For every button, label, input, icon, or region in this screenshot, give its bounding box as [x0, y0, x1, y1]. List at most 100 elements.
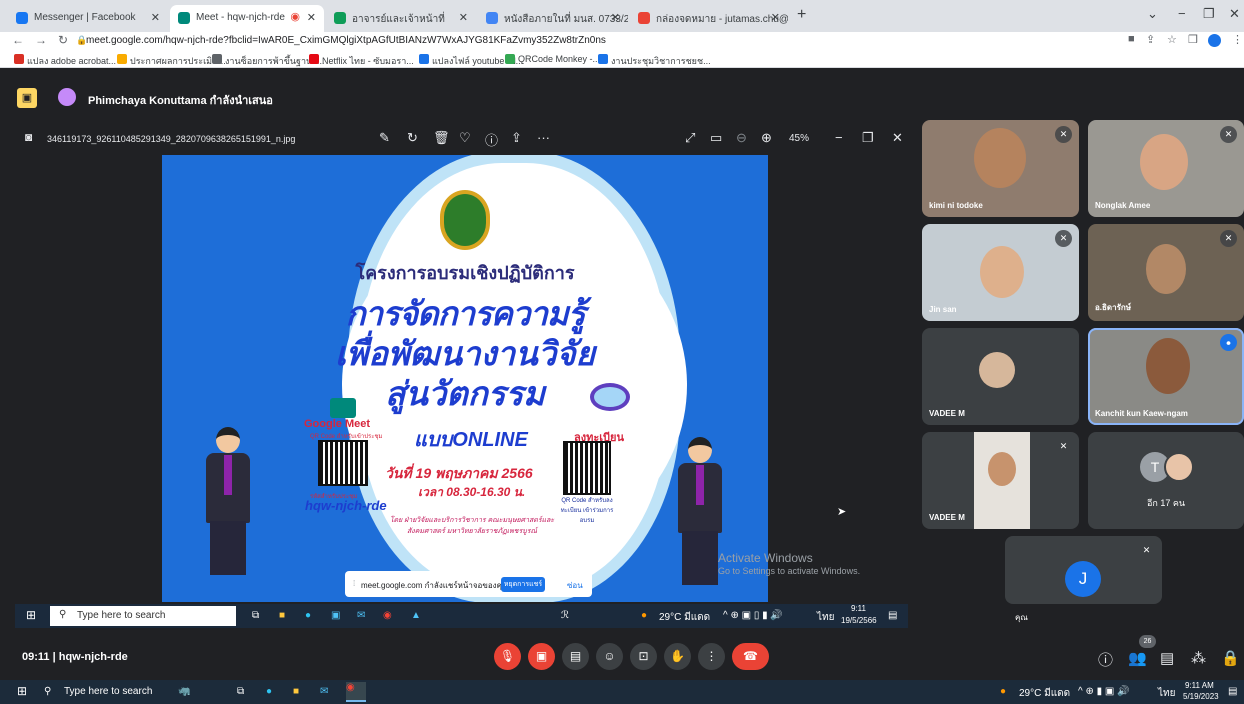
leave-call-button[interactable]: ☎ — [732, 643, 769, 670]
more-options-button[interactable]: ⋮ — [698, 643, 725, 670]
share-icon[interactable]: ⇪ — [1146, 33, 1155, 46]
captions-button[interactable]: ▤ — [562, 643, 589, 670]
share-icon[interactable]: ⇪ — [511, 130, 522, 146]
tray-icons[interactable]: ^ ⊕ ▮ ▣ 🔊 — [1078, 686, 1130, 697]
participant-name: kimi ni todoke — [929, 201, 983, 210]
edit-icon[interactable]: ✎ — [379, 130, 390, 146]
fit-icon[interactable]: ▭ — [710, 130, 722, 146]
folder-icon[interactable]: ■ — [293, 686, 299, 697]
zoom-in-icon[interactable]: ⊕ — [761, 130, 772, 146]
task-view-icon[interactable]: ⧉ — [237, 686, 244, 697]
info-icon[interactable]: ⓘ — [1098, 649, 1113, 670]
taskbar-search[interactable]: Type here to search — [64, 686, 152, 697]
back-icon[interactable]: ← — [12, 33, 24, 47]
raise-hand-button[interactable]: ✋ — [664, 643, 691, 670]
participant-tile-speaking[interactable]: ⦁ Kanchit kun Kaew-ngam — [1088, 328, 1244, 425]
mic-off-icon: ✕ — [1220, 126, 1237, 143]
bookmark[interactable]: Netflix ไทย - ซับมอรา... — [309, 54, 414, 68]
participant-tile[interactable]: ✕ Jin san — [922, 224, 1079, 321]
forward-icon[interactable]: → — [35, 33, 47, 47]
tab-messenger[interactable]: Messenger | Facebook ✕ — [8, 5, 168, 32]
delete-icon[interactable]: 🗑 — [433, 130, 450, 146]
favorite-icon[interactable]: ♡ — [459, 130, 471, 146]
notification-icon: ▤ — [888, 610, 898, 621]
taskbar-weather[interactable]: 29°C มีแดด — [1019, 686, 1070, 701]
close-tab-icon[interactable]: ✕ — [307, 11, 316, 24]
tab-gmail[interactable]: กล่องจดหมาย - jutamas.chu@pcru...✕ — [630, 5, 788, 32]
mic-off-icon: ✕ — [1220, 230, 1237, 247]
participant-tile[interactable]: VADEE M — [922, 328, 1079, 425]
others-tile[interactable]: T อีก 17 คน — [1088, 432, 1244, 529]
more-icon[interactable]: ··· — [537, 130, 550, 145]
taskbar-clock-time[interactable]: 9:11 AM — [1185, 681, 1214, 690]
rotate-icon[interactable]: ↻ — [407, 130, 418, 146]
chat-icon[interactable]: ▤ — [1160, 649, 1174, 667]
minimize-button[interactable]: − — [1178, 6, 1186, 21]
camera-toggle-button[interactable]: ▣ — [528, 643, 555, 670]
restore-icon[interactable]: ❐ — [862, 130, 874, 146]
people-icon[interactable]: 👥 — [1128, 649, 1147, 667]
bookmark[interactable]: งานประชุมวิชาการชยช... — [598, 54, 711, 68]
mail-icon[interactable]: ✉ — [320, 686, 328, 697]
zoom-out-icon[interactable]: ⊖ — [736, 130, 747, 146]
participant-name: VADEE M — [929, 409, 965, 418]
shared-search-box: ⚲ Type here to search — [50, 606, 236, 626]
poster-time: เวลา 08.30-16.30 น. — [418, 485, 526, 499]
new-tab-button[interactable]: + — [797, 6, 806, 24]
participant-tile[interactable]: ✕ VADEE M — [922, 432, 1079, 529]
close-tab-icon[interactable]: ✕ — [459, 11, 468, 24]
participant-tile[interactable]: ✕ อ.ธิดารักษ์ — [1088, 224, 1244, 321]
menu-icon[interactable]: ⋮ — [1232, 33, 1243, 46]
speaking-icon: ⦁ — [1220, 334, 1237, 351]
screen-share-notification: ⁞ meet.google.com กำลังแชร์หน้าจอของคุณ … — [345, 571, 592, 597]
tab-staff[interactable]: อาจารย์และเจ้าหน้าที่ ✕ — [326, 5, 476, 32]
notification-icon[interactable]: ▤ — [1228, 686, 1237, 697]
info-icon[interactable]: ⓘ — [485, 130, 498, 149]
chrome-icon[interactable]: ◉ — [346, 682, 366, 702]
drag-handle-icon[interactable]: ⁞ — [353, 579, 355, 588]
taskbar-lang[interactable]: ไทย — [1158, 686, 1175, 701]
taskbar-clock-date[interactable]: 5/19/2023 — [1183, 692, 1219, 701]
present-button[interactable]: ⊡ — [630, 643, 657, 670]
bookmark[interactable]: ประกาศผลการประเมิน... — [117, 54, 226, 68]
tab-search-icon[interactable]: ⌄ — [1147, 6, 1158, 22]
participant-tile[interactable]: ✕ Nonglak Amee — [1088, 120, 1244, 217]
url-field[interactable]: meet.google.com/hqw-njch-rde?fbclid=IwAR… — [86, 35, 606, 46]
shared-poster-image: โครงการอบรมเชิงปฏิบัติการ การจัดการความร… — [162, 155, 768, 602]
close-window-button[interactable]: ✕ — [1229, 6, 1240, 22]
host-controls-icon[interactable]: 🔒 — [1221, 649, 1240, 667]
people-icon: ℛ — [561, 610, 569, 621]
sidebar-icon[interactable]: ❒ — [1188, 33, 1198, 46]
restore-button[interactable]: ❐ — [1203, 6, 1215, 22]
mic-toggle-button[interactable]: 🎙 — [494, 643, 521, 670]
edge-icon[interactable]: ● — [266, 686, 272, 697]
participant-count-badge: 26 — [1139, 635, 1156, 648]
emoji-button[interactable]: ☺ — [596, 643, 623, 670]
activities-icon[interactable]: ⁂ — [1191, 649, 1206, 667]
close-icon[interactable]: ✕ — [892, 130, 903, 146]
stop-sharing-button[interactable]: หยุดการแชร์ — [501, 577, 545, 592]
tab-document[interactable]: หนังสือภายในที่ มนส. 0733/2566 (ส...✕ — [478, 5, 628, 32]
bookmark[interactable]: งานซ็อยการพ้าขึ้นฐานะ... — [212, 54, 325, 68]
participant-name: Nonglak Amee — [1095, 201, 1151, 210]
gmail-icon — [638, 12, 650, 24]
windows-start-icon[interactable]: ⊞ — [17, 684, 27, 698]
tab-meet[interactable]: Meet - hqw-njch-rde ◉ ✕ — [170, 5, 324, 32]
minimize-icon[interactable]: − — [835, 130, 843, 145]
hide-button[interactable]: ซ่อน — [567, 579, 583, 592]
search-icon[interactable]: ⚲ — [44, 686, 51, 697]
self-tile[interactable]: J ✕ — [1005, 536, 1162, 604]
fullscreen-icon[interactable]: ⤢ — [685, 130, 695, 146]
camera-indicator-icon[interactable]: ■ — [1128, 33, 1135, 45]
profile-avatar[interactable] — [1208, 34, 1221, 47]
bookmark[interactable]: แปลง adobe acrobat... — [14, 54, 116, 68]
bookmark[interactable]: QRCode Monkey -... — [505, 54, 600, 64]
present-screen-icon[interactable]: ▣ — [17, 88, 37, 108]
presenter-name: Phimchaya Konuttama กำลังนำเสนอ — [88, 95, 273, 107]
close-tab-icon[interactable]: ✕ — [151, 11, 160, 24]
bookmark-star-icon[interactable]: ☆ — [1167, 33, 1177, 46]
participant-tile[interactable]: ✕ kimi ni todoke — [922, 120, 1079, 217]
close-tab-icon[interactable]: ✕ — [611, 11, 620, 24]
close-tab-icon[interactable]: ✕ — [771, 11, 780, 24]
reload-icon[interactable]: ↻ — [58, 33, 68, 47]
